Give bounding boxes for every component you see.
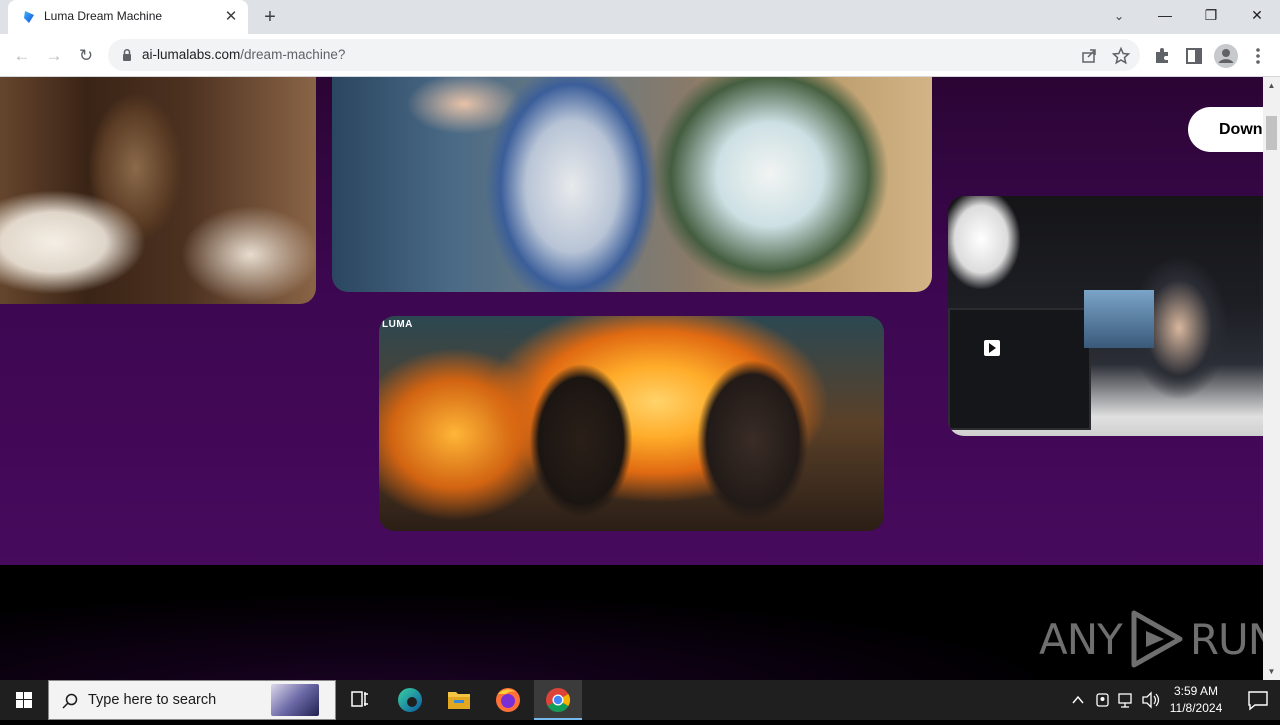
menu-icon[interactable] [1245,43,1271,69]
monitor-image [948,308,1091,430]
page-viewport: LUMA Down ANY RUN [0,77,1263,680]
chrome-icon [546,688,571,713]
search-icon [62,693,78,709]
file-explorer-icon[interactable] [435,680,483,720]
meet-now-icon[interactable] [1093,680,1113,720]
search-placeholder: Type here to search [88,692,217,708]
tab-search-icon[interactable]: ⌄ [1106,5,1132,27]
luma-brand-label: LUMA [382,319,413,330]
tab-title: Luma Dream Machine [44,9,163,23]
watermark-right: RUN [1189,614,1263,664]
forward-button[interactable]: → [40,42,68,70]
windows-start-icon[interactable] [0,680,48,720]
tab-luma-dream-machine[interactable]: Luma Dream Machine ✕ [8,0,248,34]
scroll-thumb[interactable] [1266,116,1277,150]
luma-favicon-icon [24,11,34,23]
taskbar-search-box[interactable]: Type here to search [48,680,336,720]
watermark-left: ANY [1039,614,1123,664]
minimize-button[interactable]: — [1142,0,1188,32]
chrome-taskbar-button[interactable] [534,680,582,720]
video-card-bear-pig[interactable]: LUMA [379,316,884,531]
close-window-button[interactable]: ✕ [1234,0,1280,32]
volume-icon[interactable] [1140,680,1162,720]
reload-button[interactable]: ↻ [72,42,100,70]
clock-time: 3:59 AM [1173,684,1219,698]
task-view-icon[interactable] [336,680,384,720]
browser-toolbar: ← → ↻ ai-lumalabs.com/dream-machine? [0,34,1280,77]
video-card-monk[interactable] [0,77,316,304]
scroll-down-arrow-icon[interactable]: ▼ [1263,663,1280,680]
windows-taskbar: Type here to search 3:59 AM 11/8/2024 [0,680,1280,720]
taskbar-clock[interactable]: 3:59 AM 11/8/2024 [1160,683,1232,717]
anyrun-watermark: ANY RUN [1039,608,1263,670]
video-card-studio[interactable] [948,196,1263,436]
page-scrollbar[interactable]: ▲ ▼ [1263,77,1280,680]
tab-close-icon[interactable]: ✕ [222,8,240,26]
play-icon[interactable] [984,340,1000,356]
edge-icon[interactable] [386,680,434,720]
extensions-icon[interactable] [1149,43,1175,69]
lock-icon[interactable] [120,48,134,62]
search-highlight-image [271,684,319,716]
play-triangle-logo-icon [1131,610,1183,668]
share-icon[interactable] [1078,45,1100,67]
url-text[interactable]: ai-lumalabs.com/dream-machine? [142,47,345,62]
url-host: ai-lumalabs.com [142,47,241,62]
side-panel-icon[interactable] [1181,43,1207,69]
tray-chevron-up-icon[interactable] [1068,680,1088,720]
video-card-flowers[interactable] [332,77,932,292]
firefox-icon[interactable] [484,680,532,720]
tab-strip: Luma Dream Machine ✕ + ⌄ — ❐ ✕ [0,0,1280,34]
back-button[interactable]: ← [8,42,36,70]
download-button[interactable]: Down [1188,107,1263,152]
restore-button[interactable]: ❐ [1188,0,1234,32]
clock-date: 11/8/2024 [1169,701,1223,715]
bookmark-star-icon[interactable] [1110,45,1132,67]
profile-icon[interactable] [1213,43,1239,69]
network-icon[interactable] [1116,680,1138,720]
url-path: /dream-machine? [240,47,346,62]
notification-center-icon[interactable] [1236,680,1280,720]
new-tab-button[interactable]: + [258,5,282,29]
monitor-screen-image [1084,290,1154,348]
address-bar[interactable]: ai-lumalabs.com/dream-machine? [108,39,1140,71]
scroll-up-arrow-icon[interactable]: ▲ [1263,77,1280,94]
